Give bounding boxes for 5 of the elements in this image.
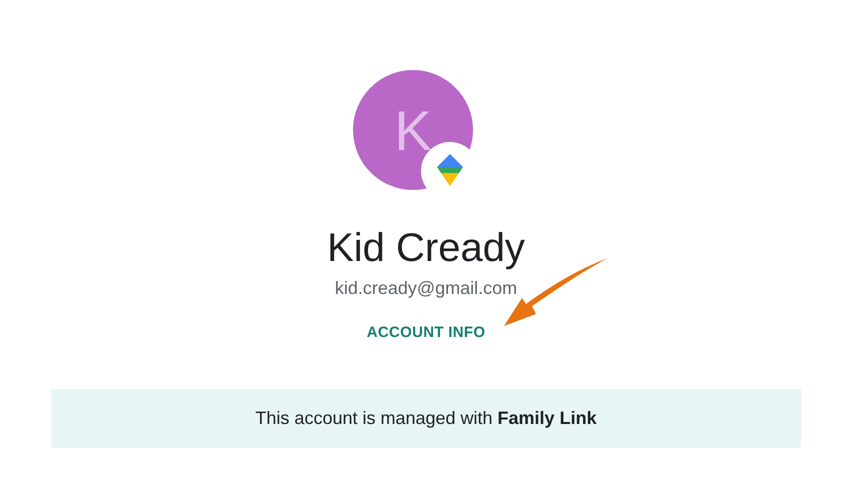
account-email: kid.cready@gmail.com <box>334 277 518 300</box>
avatar-letter: K <box>394 98 432 162</box>
account-info-link[interactable]: ACCOUNT INFO <box>366 324 486 341</box>
banner-text: This account is managed with Family Link <box>255 408 597 429</box>
account-name: Kid Cready <box>327 225 525 272</box>
